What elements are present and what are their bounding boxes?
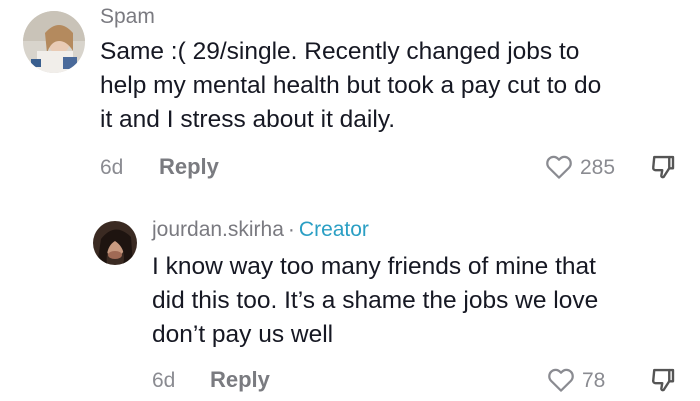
avatar[interactable] bbox=[93, 221, 137, 265]
thumbs-down-outline-icon[interactable] bbox=[648, 365, 678, 395]
separator-dot: · bbox=[287, 218, 295, 241]
reply-button[interactable]: Reply bbox=[210, 367, 270, 393]
avatar-image bbox=[93, 221, 137, 265]
comment-username[interactable]: jourdan.skirha bbox=[152, 218, 284, 241]
comment-text-line: it and I stress about it daily. bbox=[100, 106, 396, 133]
comment-text-line: Same :( 29/single. Recently changed jobs… bbox=[100, 38, 580, 65]
reply-comment-item: jourdan.skirha · Creator I know way too ma… bbox=[0, 200, 700, 401]
creator-badge: Creator bbox=[298, 218, 369, 241]
comment-item: Spam Same :( 29/single. Recently changed… bbox=[0, 0, 700, 200]
like-count: 78 bbox=[582, 369, 606, 392]
thumbs-down-outline-icon[interactable] bbox=[648, 152, 678, 182]
avatar-image bbox=[23, 11, 85, 73]
comments-thread: Spam Same :( 29/single. Recently changed… bbox=[0, 0, 700, 401]
heart-outline-icon[interactable] bbox=[546, 365, 576, 395]
reply-username-row: jourdan.skirha · Creator bbox=[152, 218, 369, 242]
comment-text: Same :( 29/single. Recently changed jobs… bbox=[100, 35, 601, 137]
like-count: 285 bbox=[580, 156, 616, 179]
comment-text-line: did this too. It’s a shame the jobs we l… bbox=[152, 287, 599, 314]
comment-text-line: don’t pay us well bbox=[152, 321, 334, 348]
comment-text: I know way too many friends of mine that… bbox=[152, 250, 598, 352]
reply-button[interactable]: Reply bbox=[159, 154, 219, 180]
comment-text-line: help my mental health but took a pay cut… bbox=[100, 72, 602, 99]
comment-text-line: I know way too many friends of mine that bbox=[152, 253, 596, 280]
avatar[interactable] bbox=[23, 11, 85, 73]
comment-age: 6d bbox=[100, 156, 124, 179]
comment-age: 6d bbox=[152, 369, 176, 392]
heart-outline-icon[interactable] bbox=[544, 152, 574, 182]
comment-username[interactable]: Spam bbox=[100, 5, 155, 29]
